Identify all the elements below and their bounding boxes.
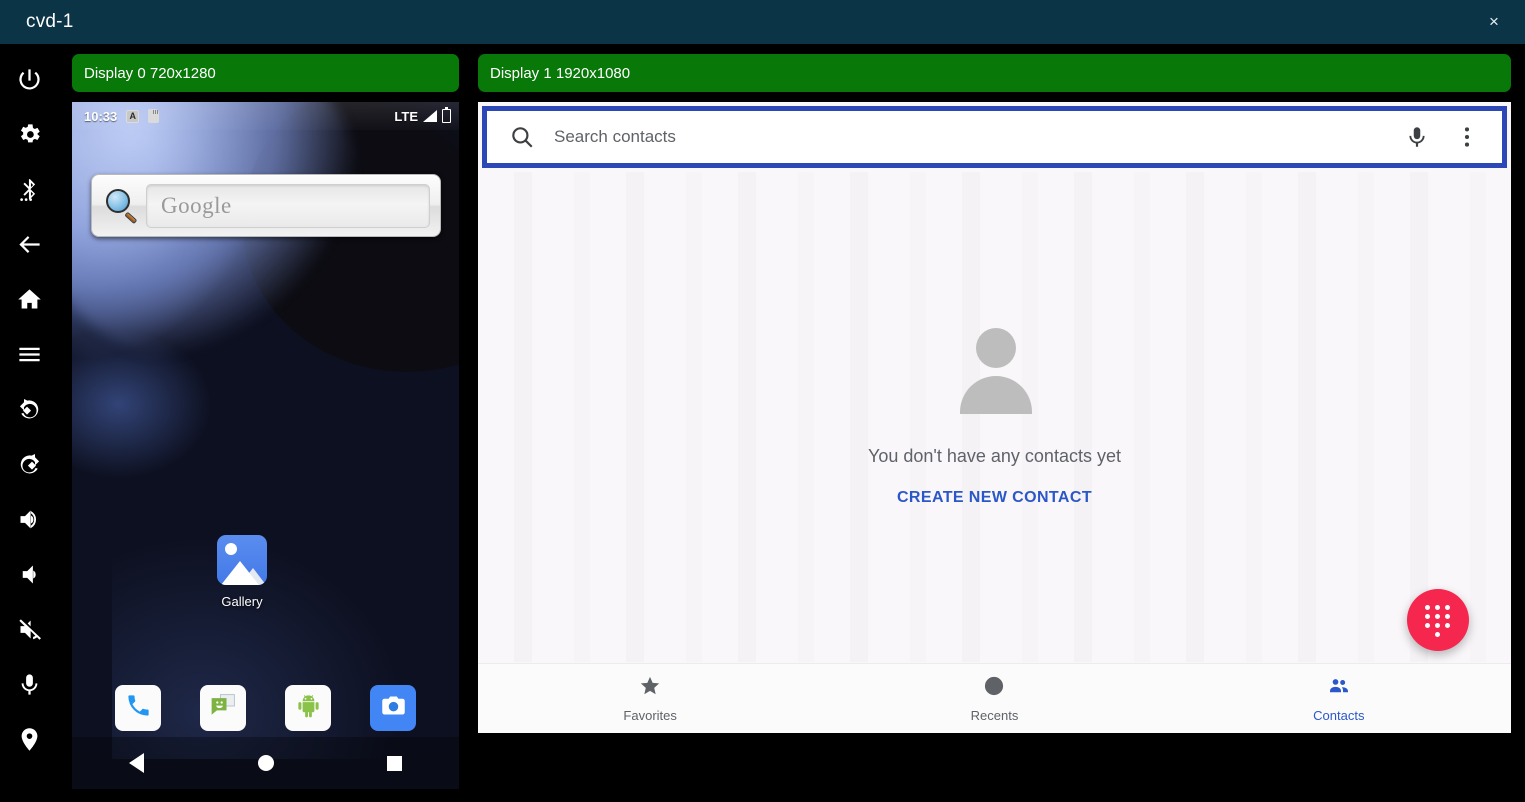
more-options-button[interactable]: [1450, 120, 1484, 154]
android-status-bar: 10:33 A LTE: [72, 102, 459, 130]
sidebar-item-power[interactable]: [1, 54, 57, 109]
nav-home-button[interactable]: [231, 743, 301, 783]
clock-icon: [983, 675, 1005, 702]
magnifier-icon: [102, 186, 142, 226]
volume-down-icon: [16, 561, 43, 593]
rotate-left-icon: [16, 396, 43, 428]
rotate-right-icon: [16, 451, 43, 483]
display-0-panel: Display 0 720x1280 10:33 A LTE: [72, 54, 459, 789]
sidebar-item-location[interactable]: [1, 714, 57, 769]
sidebar-item-volume-up[interactable]: [1, 494, 57, 549]
google-search-input[interactable]: Google: [146, 184, 430, 228]
messaging-icon: [209, 692, 237, 725]
search-focus-ring: Search contacts: [482, 106, 1507, 168]
sidebar-item-back[interactable]: [1, 219, 57, 274]
microphone-icon: [16, 671, 43, 703]
sd-card-icon: [148, 109, 159, 123]
search-icon: [509, 124, 535, 150]
people-icon: [1328, 675, 1350, 702]
wallpaper-swoosh: [242, 102, 459, 372]
tab-favorites[interactable]: Favorites: [478, 675, 822, 723]
volume-mute-icon: [16, 616, 43, 648]
alarm-a-icon: A: [126, 110, 139, 123]
menu-icon: [16, 341, 43, 373]
sidebar-item-settings[interactable]: [1, 109, 57, 164]
tab-recents[interactable]: Recents: [822, 675, 1166, 723]
contacts-search-bar[interactable]: Search contacts: [487, 111, 1502, 163]
create-new-contact-link[interactable]: CREATE NEW CONTACT: [897, 489, 1092, 507]
sidebar-item-volume-mute[interactable]: [1, 604, 57, 659]
sidebar-item-bluetooth[interactable]: [1, 164, 57, 219]
person-avatar-icon: [952, 328, 1038, 414]
star-icon: [639, 675, 661, 702]
phone-icon: [125, 692, 152, 724]
sidebar-item-rotate-left[interactable]: [1, 384, 57, 439]
nav-recents-button[interactable]: [360, 743, 430, 783]
gallery-icon: [217, 535, 267, 585]
empty-state-message: You don't have any contacts yet: [868, 446, 1121, 467]
arrow-left-icon: [16, 231, 43, 263]
dialpad-fab-button[interactable]: [1407, 589, 1469, 651]
google-search-placeholder: Google: [161, 193, 232, 219]
nav-home-icon: [258, 755, 274, 771]
device-control-sidebar: [0, 44, 58, 802]
dock-item-camera[interactable]: [370, 685, 416, 731]
app-icon-gallery[interactable]: Gallery: [192, 535, 292, 609]
display-1-panel: Display 1 1920x1080 You don't have any c…: [478, 54, 1511, 733]
location-pin-icon: [16, 726, 43, 758]
dock-item-android[interactable]: [285, 685, 331, 731]
network-type-label: LTE: [394, 109, 418, 124]
sidebar-item-microphone[interactable]: [1, 659, 57, 714]
display-1-header: Display 1 1920x1080: [478, 54, 1511, 92]
sidebar-item-rotate-right[interactable]: [1, 439, 57, 494]
nav-back-icon: [129, 753, 144, 773]
tab-label-contacts: Contacts: [1313, 708, 1364, 723]
contacts-empty-state: You don't have any contacts yet CREATE N…: [478, 172, 1511, 662]
sidebar-item-volume-down[interactable]: [1, 549, 57, 604]
android-icon: [295, 692, 322, 724]
status-time: 10:33: [84, 109, 117, 124]
tab-label-favorites: Favorites: [623, 708, 676, 723]
window-title: cvd-1: [26, 11, 73, 33]
power-icon: [16, 66, 43, 98]
dock-item-messaging[interactable]: [200, 685, 246, 731]
window-titlebar: cvd-1 ×: [0, 0, 1525, 44]
app-label-gallery: Gallery: [192, 594, 292, 609]
display-1-screen[interactable]: You don't have any contacts yet CREATE N…: [478, 102, 1511, 733]
nav-recents-icon: [387, 756, 402, 771]
bluetooth-icon: [16, 176, 43, 208]
sidebar-item-home[interactable]: [1, 274, 57, 329]
home-icon: [16, 286, 43, 318]
nav-back-button[interactable]: [102, 743, 172, 783]
search-input[interactable]: Search contacts: [554, 127, 1400, 147]
android-dock: [72, 685, 459, 731]
sidebar-item-menu[interactable]: [1, 329, 57, 384]
battery-charging-icon: [442, 109, 451, 123]
android-navigation-bar: [72, 737, 459, 789]
tab-label-recents: Recents: [971, 708, 1019, 723]
display-0-screen[interactable]: 10:33 A LTE Google Gallery: [72, 102, 459, 789]
voice-search-button[interactable]: [1400, 120, 1434, 154]
google-search-widget[interactable]: Google: [91, 174, 441, 237]
display-0-header: Display 0 720x1280: [72, 54, 459, 92]
contacts-bottom-nav: Favorites Recents Contacts: [478, 663, 1511, 733]
dock-item-phone[interactable]: [115, 685, 161, 731]
gear-icon: [16, 121, 43, 153]
signal-icon: [423, 110, 437, 122]
volume-up-icon: [16, 506, 43, 538]
tab-contacts[interactable]: Contacts: [1167, 675, 1511, 723]
camera-icon: [380, 692, 407, 724]
dialpad-icon: [1425, 605, 1451, 635]
close-window-button[interactable]: ×: [1463, 0, 1525, 44]
